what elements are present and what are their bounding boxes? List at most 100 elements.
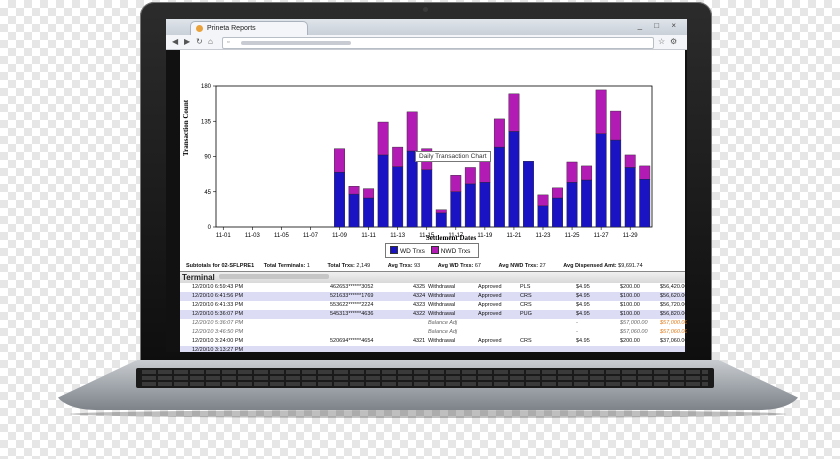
subtotal-bar: Subtotals for 02-SFLPRE1 Total Terminals… xyxy=(180,262,685,272)
legend-item-wd: WD Trxs xyxy=(390,246,425,255)
table-cell-card: 462653******3052 xyxy=(330,284,374,290)
table-cell-card: 545313******4636 xyxy=(330,311,374,317)
address-bar[interactable]: ▫ xyxy=(222,37,654,49)
legend-swatch-nwd xyxy=(430,246,439,254)
browser-tab[interactable]: Prineta Reports xyxy=(190,21,308,35)
table-cell-date: 12/20/10 6:41:33 PM xyxy=(192,302,244,308)
bar-wd-11-18 xyxy=(464,183,476,228)
table-cell-date: 12/20/10 3:13:27 PM xyxy=(192,347,244,352)
bar-nwd-11-30 xyxy=(639,165,651,180)
table-cell-bal: $57,000.00 xyxy=(660,320,687,326)
star-icon[interactable]: ☆ xyxy=(658,35,665,49)
x-tick-label: 11-01 xyxy=(216,233,232,239)
x-tick-label: 11-13 xyxy=(390,233,406,239)
table-cell-amt: $200.00 xyxy=(620,284,640,290)
legend-label-wd: WD Trxs xyxy=(400,248,425,255)
table-cell-type: Balance Adj xyxy=(428,320,458,326)
table-cell-date: 12/20/10 3:46:50 PM xyxy=(192,329,244,335)
table-row[interactable]: 12/20/10 3:13:27 PM xyxy=(180,346,685,352)
bar-wd-11-10 xyxy=(348,193,360,228)
legend-item-nwd: NWD Trxs xyxy=(430,246,471,255)
table-cell-id: 4323 xyxy=(413,302,426,308)
table-cell-type: Balance Adj xyxy=(428,329,458,335)
table-cell-id: 4325 xyxy=(413,284,426,290)
transaction-rows: 12/20/10 6:59:43 PM 462653******3052 4325 W… xyxy=(180,283,687,352)
table-cell-date: 12/20/10 5:36:07 PM xyxy=(192,320,244,326)
legend-label-nwd: NWD Trxs xyxy=(440,248,471,255)
table-cell-bal: $37,060.00 xyxy=(660,338,687,344)
x-tick-label: 11-23 xyxy=(536,233,552,239)
reload-icon[interactable]: ↻ xyxy=(196,35,203,49)
subtotal-total-terminals: Total Terminals: 1 xyxy=(263,263,310,269)
wrench-icon[interactable]: ⚙ xyxy=(670,35,677,49)
bar-nwd-11-13 xyxy=(392,146,404,167)
home-icon[interactable]: ⌂ xyxy=(208,35,213,49)
subtotal-avg-wd-trxs: Avg WD Trxs: 67 xyxy=(437,263,481,269)
y-tick-label: 45 xyxy=(204,190,211,196)
table-cell-amt: $200.00 xyxy=(620,338,640,344)
table-cell-amt: $57,060.00 xyxy=(620,329,648,335)
bar-wd-11-21 xyxy=(508,131,520,228)
bar-wd-11-09 xyxy=(334,171,345,228)
bar-nwd-11-28 xyxy=(610,110,622,141)
table-cell-bal: $56,720.00 xyxy=(660,302,687,308)
bar-wd-11-16 xyxy=(435,212,447,228)
bar-wd-11-25 xyxy=(566,182,578,228)
table-row[interactable]: 12/20/10 6:41:33 PM 553622******2224 4323 W… xyxy=(180,301,687,310)
table-row[interactable]: 12/20/10 3:46:50 PM Balance Adj - $57,060.0… xyxy=(180,328,687,337)
bar-wd-11-11 xyxy=(363,197,375,228)
x-tick-label: 11-05 xyxy=(274,233,290,239)
bar-wd-11-23 xyxy=(537,205,549,228)
laptop-keyboard xyxy=(136,368,714,388)
y-tick-label: 135 xyxy=(201,119,212,125)
bar-nwd-11-29 xyxy=(624,154,636,168)
y-tick-label: 0 xyxy=(208,225,212,231)
laptop-shadow xyxy=(70,410,786,418)
table-cell-fee: - xyxy=(576,320,578,326)
terminal-name-blurred xyxy=(218,274,329,279)
table-cell-amt: $57,000.00 xyxy=(620,320,648,326)
table-cell-type: Withdrawal xyxy=(428,338,456,344)
x-tick-label: 11-11 xyxy=(361,233,376,239)
bar-nwd-11-20 xyxy=(493,118,505,148)
table-cell-id: 4321 xyxy=(413,338,426,344)
table-cell-bal: $57,060.00 xyxy=(660,329,687,335)
x-tick-label: 11-27 xyxy=(594,233,610,239)
table-row[interactable]: 12/20/10 6:59:43 PM 462653******3052 4325 W… xyxy=(180,283,687,292)
legend-swatch-wd xyxy=(390,246,398,254)
webcam xyxy=(423,7,428,12)
bar-wd-11-17 xyxy=(450,191,462,228)
terminal-header[interactable]: Terminal xyxy=(180,272,685,283)
left-dark-strip xyxy=(166,50,180,352)
tab-title: Prineta Reports xyxy=(207,25,256,32)
bar-nwd-11-16 xyxy=(435,209,447,214)
bar-nwd-11-11 xyxy=(363,188,375,199)
bar-wd-11-29 xyxy=(624,167,636,228)
table-cell-term: PUG xyxy=(520,311,532,317)
chart-legend: WD Trxs NWD Trxs xyxy=(385,243,480,258)
x-tick-label: 11-07 xyxy=(303,233,319,239)
table-row[interactable]: 12/20/10 6:41:56 PM 521633******1769 4324 W… xyxy=(180,292,687,301)
back-icon[interactable]: ◀ xyxy=(172,35,178,49)
table-cell-id: 4324 xyxy=(413,293,426,299)
x-tick-label: 11-21 xyxy=(506,233,522,239)
x-tick-label: 11-03 xyxy=(245,233,261,239)
bar-nwd-11-19 xyxy=(479,158,491,183)
table-cell-bal: $56,420.00 xyxy=(660,284,687,290)
forward-icon[interactable]: ▶ xyxy=(184,35,190,49)
table-row[interactable]: 12/20/10 5:36:07 PM Balance Adj - $57,000.0… xyxy=(180,319,687,328)
window-controls[interactable]: _ □ × xyxy=(638,21,681,30)
transaction-chart: Transaction Count Settlement Dates 0 45 90… xyxy=(180,50,685,262)
favicon-icon xyxy=(196,25,203,32)
table-cell-amt: $100.00 xyxy=(620,311,640,317)
bar-nwd-11-24 xyxy=(552,187,563,199)
table-cell-amt: $100.00 xyxy=(620,293,640,299)
y-tick-label: 180 xyxy=(201,84,212,90)
table-cell-term: CRS xyxy=(520,338,532,344)
chart-tooltip: Daily Transaction Chart xyxy=(415,151,491,162)
table-row[interactable]: 12/20/10 3:24:00 PM 520694******4654 4321 W… xyxy=(180,337,687,346)
bar-nwd-11-23 xyxy=(537,194,549,207)
x-tick-label: 11-25 xyxy=(565,233,581,239)
subtotal-avg-nwd-trxs: Avg NWD Trxs: 27 xyxy=(498,263,546,269)
table-row[interactable]: 12/20/10 5:36:07 PM 545313******4636 4322 W… xyxy=(180,310,687,319)
